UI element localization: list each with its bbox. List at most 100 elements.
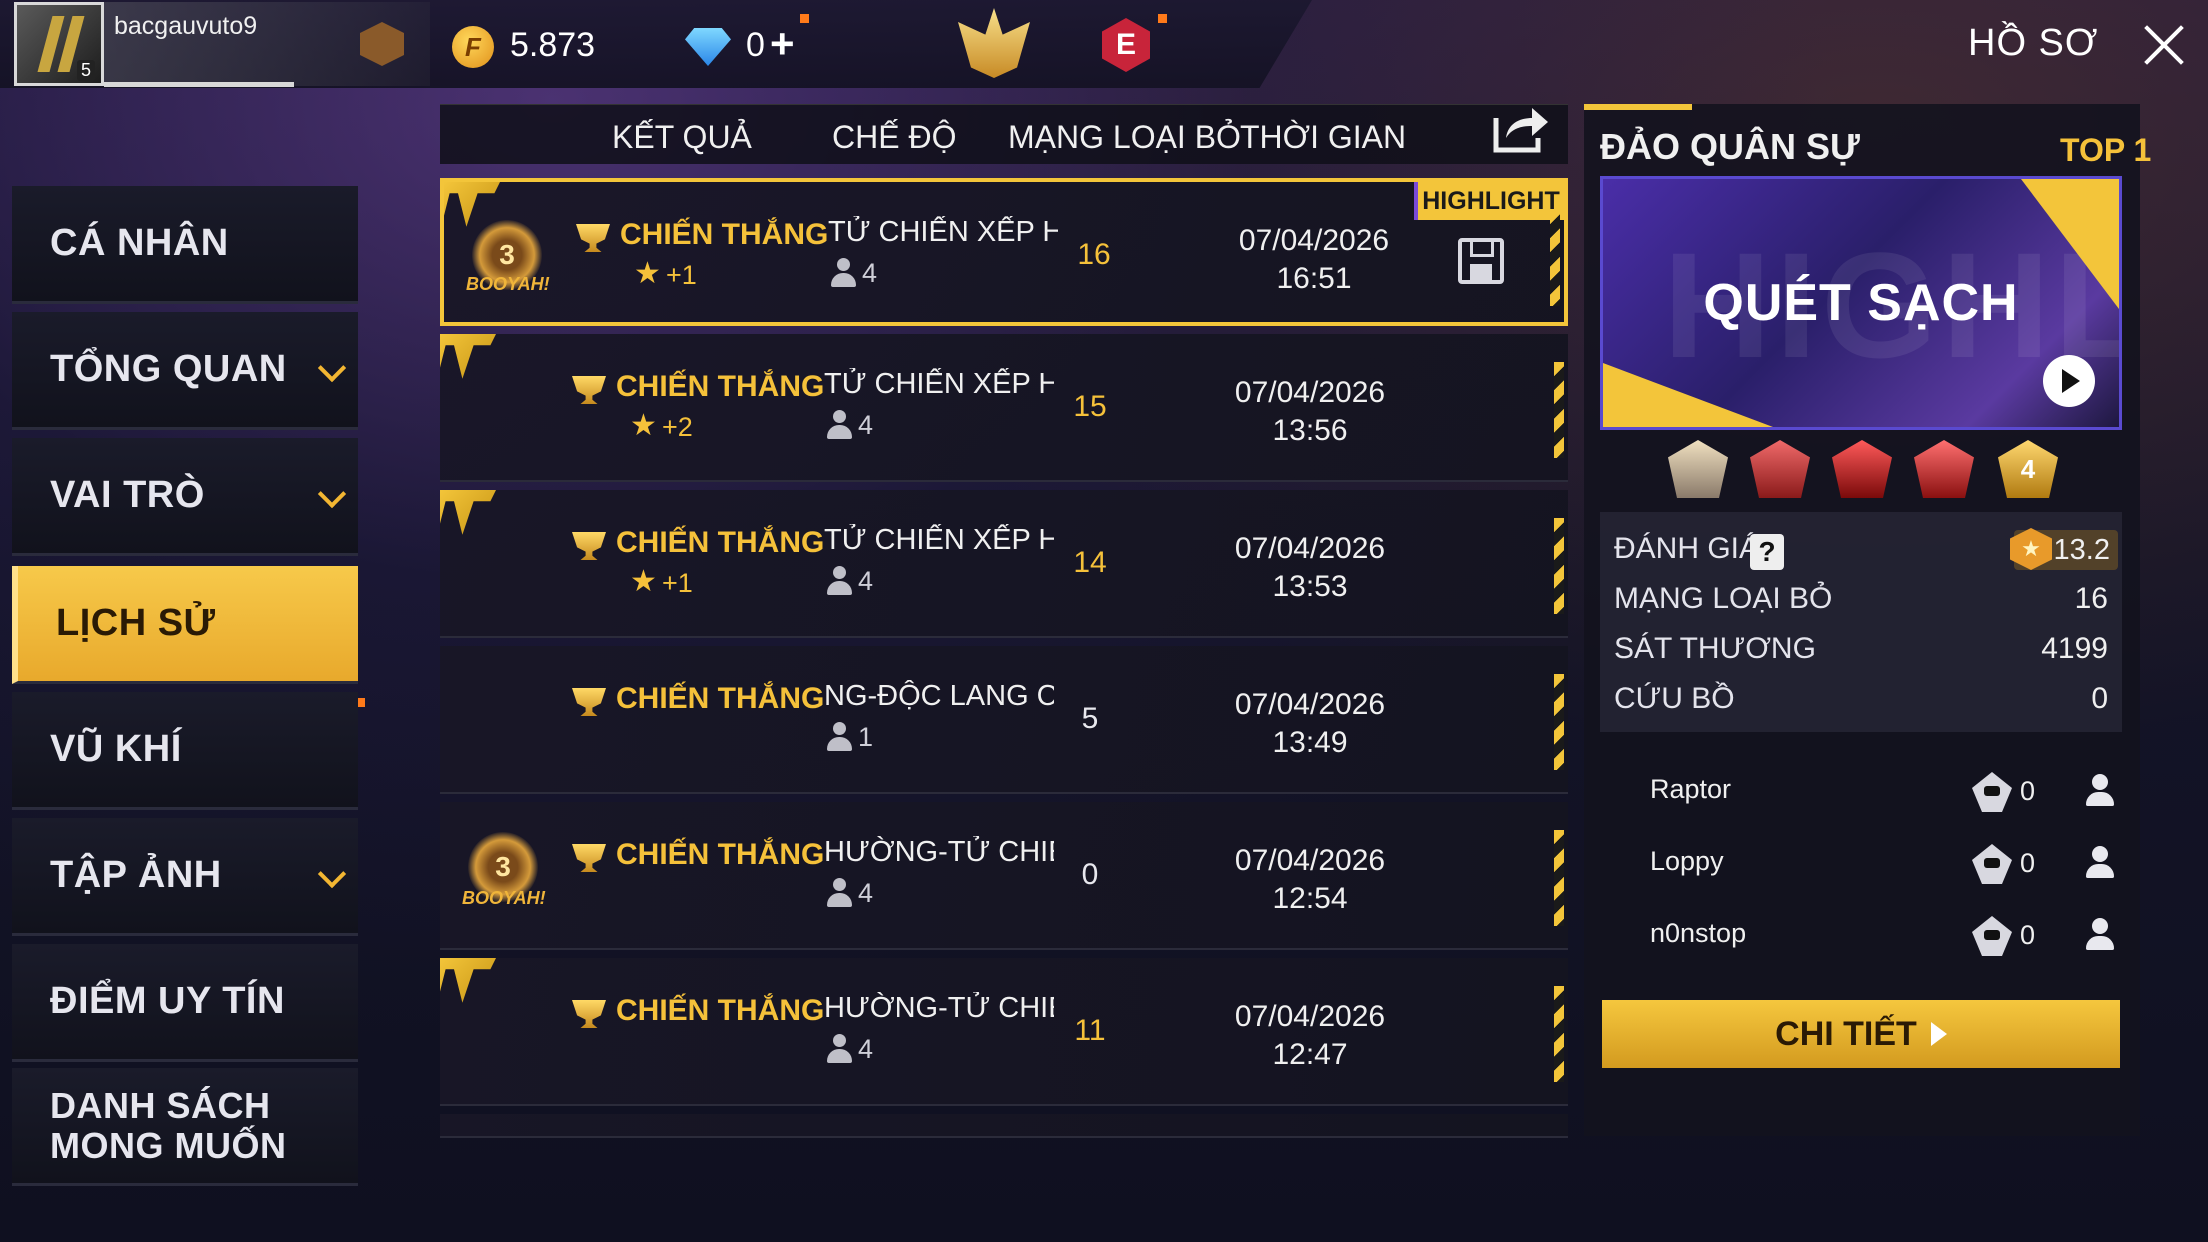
play-icon[interactable] <box>2043 355 2095 407</box>
play-arrow-icon <box>1930 1022 1947 1046</box>
match-row[interactable]: CHIẾN THẮNG HƯỜNG-TỬ CHIẾN 4 11 07/04/20… <box>440 958 1568 1106</box>
match-date: 07/04/2026 <box>1234 532 1386 565</box>
booyah-label: BOOYAH! <box>466 274 550 294</box>
sidebar-item-wishlist[interactable]: DANH SÁCH MONG MUỐN <box>12 1068 358 1186</box>
match-kills: 14 <box>1073 546 1107 579</box>
trophy-icon <box>572 532 606 560</box>
details-button-label: CHI TIẾT <box>1775 1014 1917 1053</box>
person-icon <box>826 1034 852 1064</box>
match-clock: 13:49 <box>1272 726 1348 759</box>
map-name: ĐẢO QUÂN SỰ <box>1600 126 1860 167</box>
match-time: 07/04/2026 13:49 <box>1210 686 1410 762</box>
coin-icon: F <box>452 26 494 68</box>
chevron-down-icon <box>317 479 347 509</box>
sidebar-item-gallery[interactable]: TẬP ẢNH <box>12 818 358 936</box>
add-friend-icon[interactable] <box>2084 916 2122 954</box>
sidebar-item-reputation[interactable]: ĐIỂM UY TÍN <box>12 944 358 1062</box>
hazard-stripe <box>1554 362 1564 458</box>
player-count: 4 <box>862 258 878 288</box>
sidebar-item-history[interactable]: LỊCH SỬ <box>12 566 358 684</box>
add-friend-icon[interactable] <box>2084 772 2122 810</box>
details-button[interactable]: CHI TIẾT <box>1602 1000 2120 1068</box>
star-icon: ★ <box>634 257 661 290</box>
match-kills: 11 <box>1074 1014 1106 1047</box>
booyah-corner-icon <box>440 958 496 1003</box>
match-clock: 13:53 <box>1272 570 1348 603</box>
share-icon[interactable] <box>1492 104 1550 154</box>
match-row[interactable]: 3 BOOYAH! CHIẾN THẮNG ★ +1 TỬ CHIẾN XẾP … <box>440 178 1568 326</box>
stat-value: 16 <box>2074 582 2108 615</box>
column-header-mode: CHẾ ĐỘ <box>832 119 957 155</box>
highlight-video-banner[interactable]: HIGHLIGHT QUÉT SẠCH <box>1600 176 2122 430</box>
match-row[interactable]: 3 BOOYAH! CHIẾN THẮNG HƯỜNG-TỬ CHIẾN 4 0… <box>440 802 1568 950</box>
person-icon <box>826 878 852 908</box>
match-mode: NG-ĐỘC LANG CHI <box>824 680 1054 712</box>
close-icon[interactable] <box>2126 10 2202 80</box>
exp-bar <box>104 82 294 87</box>
sidebar-item-label: LỊCH SỬ <box>56 602 216 644</box>
match-row[interactable]: CHIẾN THẮNG NG-ĐỘC LANG CHI 1 5 07/04/20… <box>440 646 1568 794</box>
match-mode: TỬ CHIẾN XẾP HẠ <box>824 524 1054 556</box>
match-result: CHIẾN THẮNG <box>616 370 825 403</box>
sidebar-item-label: TẬP ẢNH <box>50 854 222 896</box>
match-kills: 0 <box>1081 858 1099 891</box>
coin-balance: 5.873 <box>510 26 596 64</box>
match-time: 07/04/2026 16:51 <box>1214 222 1414 298</box>
person-icon <box>830 258 856 288</box>
match-result: CHIẾN THẮNG <box>616 994 825 1027</box>
add-friend-icon[interactable] <box>2084 844 2122 882</box>
teammate-name[interactable]: Raptor <box>1650 774 1731 805</box>
sidebar-item-label: CÁ NHÂN <box>50 222 229 264</box>
player-count: 4 <box>858 1034 874 1064</box>
notification-dot <box>800 14 809 23</box>
match-clock: 16:51 <box>1276 262 1352 295</box>
match-time: 07/04/2026 13:56 <box>1210 374 1410 450</box>
booyah-corner-icon <box>440 334 496 379</box>
rank-points: +2 <box>662 412 693 442</box>
sidebar-item-weapons[interactable]: VŨ KHÍ <box>12 692 358 810</box>
match-kills: 15 <box>1073 390 1107 423</box>
rank-points: +1 <box>662 568 693 598</box>
sidebar-item-label: ĐIỂM UY TÍN <box>50 980 285 1022</box>
match-row-partial[interactable] <box>440 1114 1568 1138</box>
match-mode: HƯỜNG-TỬ CHIẾN <box>824 992 1054 1024</box>
chevron-down-icon <box>317 353 347 383</box>
sidebar-item-role[interactable]: VAI TRÒ <box>12 438 358 556</box>
teammate-name[interactable]: Loppy <box>1650 846 1724 877</box>
avatar[interactable]: 5 <box>14 2 104 86</box>
add-diamond-button[interactable]: + <box>770 20 795 68</box>
sidebar-item-label: VŨ KHÍ <box>50 728 182 770</box>
teammate-kills: 0 <box>2020 920 2036 950</box>
chevron-down-icon <box>317 859 347 889</box>
sidebar-item-label: TỔNG QUAN <box>50 348 287 390</box>
stat-value: 0 <box>2091 682 2108 715</box>
avatar-level: 5 <box>76 60 95 81</box>
match-time: 07/04/2026 12:47 <box>1210 998 1410 1074</box>
sidebar-item-personal[interactable]: CÁ NHÂN <box>12 186 358 304</box>
page-title: HỒ SƠ <box>1968 22 2099 64</box>
rank-points: +1 <box>666 260 697 290</box>
notification-dot <box>1158 14 1167 23</box>
rating-label: ĐÁNH GIÁ <box>1614 532 1760 565</box>
teammate-name[interactable]: n0nstop <box>1650 918 1746 949</box>
stat-label: SÁT THƯƠNG <box>1614 632 1816 665</box>
match-row[interactable]: CHIẾN THẮNG ★ +1 TỬ CHIẾN XẾP HẠ 4 14 07… <box>440 490 1568 638</box>
match-mode: TỬ CHIẾN XẾP HẠ <box>824 368 1054 400</box>
save-icon[interactable] <box>1458 238 1504 284</box>
hazard-stripe <box>1554 830 1564 926</box>
column-header-result: KẾT QUẢ <box>612 119 752 155</box>
match-mode: HƯỜNG-TỬ CHIẾN <box>824 836 1054 868</box>
match-row[interactable]: CHIẾN THẮNG ★ +2 TỬ CHIẾN XẾP HẠ 4 15 07… <box>440 334 1568 482</box>
match-date: 07/04/2026 <box>1234 688 1386 721</box>
sidebar-item-label: VAI TRÒ <box>50 474 205 516</box>
skull-icon <box>1970 916 2014 956</box>
sidebar-item-overview[interactable]: TỔNG QUAN <box>12 312 358 430</box>
match-clock: 13:56 <box>1272 414 1348 447</box>
match-result: CHIẾN THẮNG <box>616 838 825 871</box>
teammate-kills: 0 <box>2020 848 2036 878</box>
help-icon[interactable]: ? <box>1750 534 1784 570</box>
match-history-screen: 5 bacgauvuto9 F 5.873 0 + E HỒ SƠ CÁ NHÂ… <box>0 0 2208 1242</box>
match-date: 07/04/2026 <box>1234 1000 1386 1033</box>
person-icon <box>826 722 852 752</box>
star-icon: ★ <box>630 409 657 442</box>
